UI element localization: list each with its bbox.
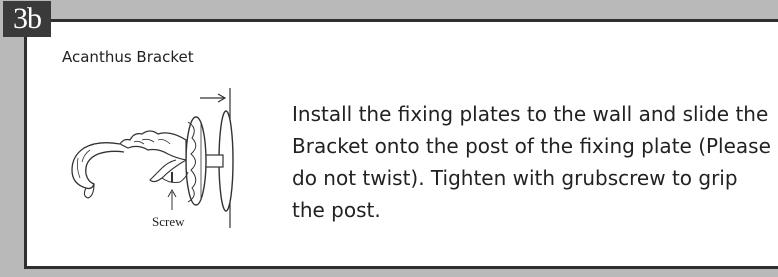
acanthus-leaf (119, 130, 187, 161)
section-title: Acanthus Bracket (62, 48, 194, 66)
instruction-text: Install the fixing plates to the wall an… (292, 102, 771, 222)
bracket-hook (71, 142, 125, 190)
screw-label: Screw (152, 214, 185, 229)
bracket-rosette (185, 116, 207, 206)
page-frame: 3b Acanthus Bracket Screw Install the fi… (0, 0, 778, 277)
step-badge: 3b (3, 1, 51, 37)
